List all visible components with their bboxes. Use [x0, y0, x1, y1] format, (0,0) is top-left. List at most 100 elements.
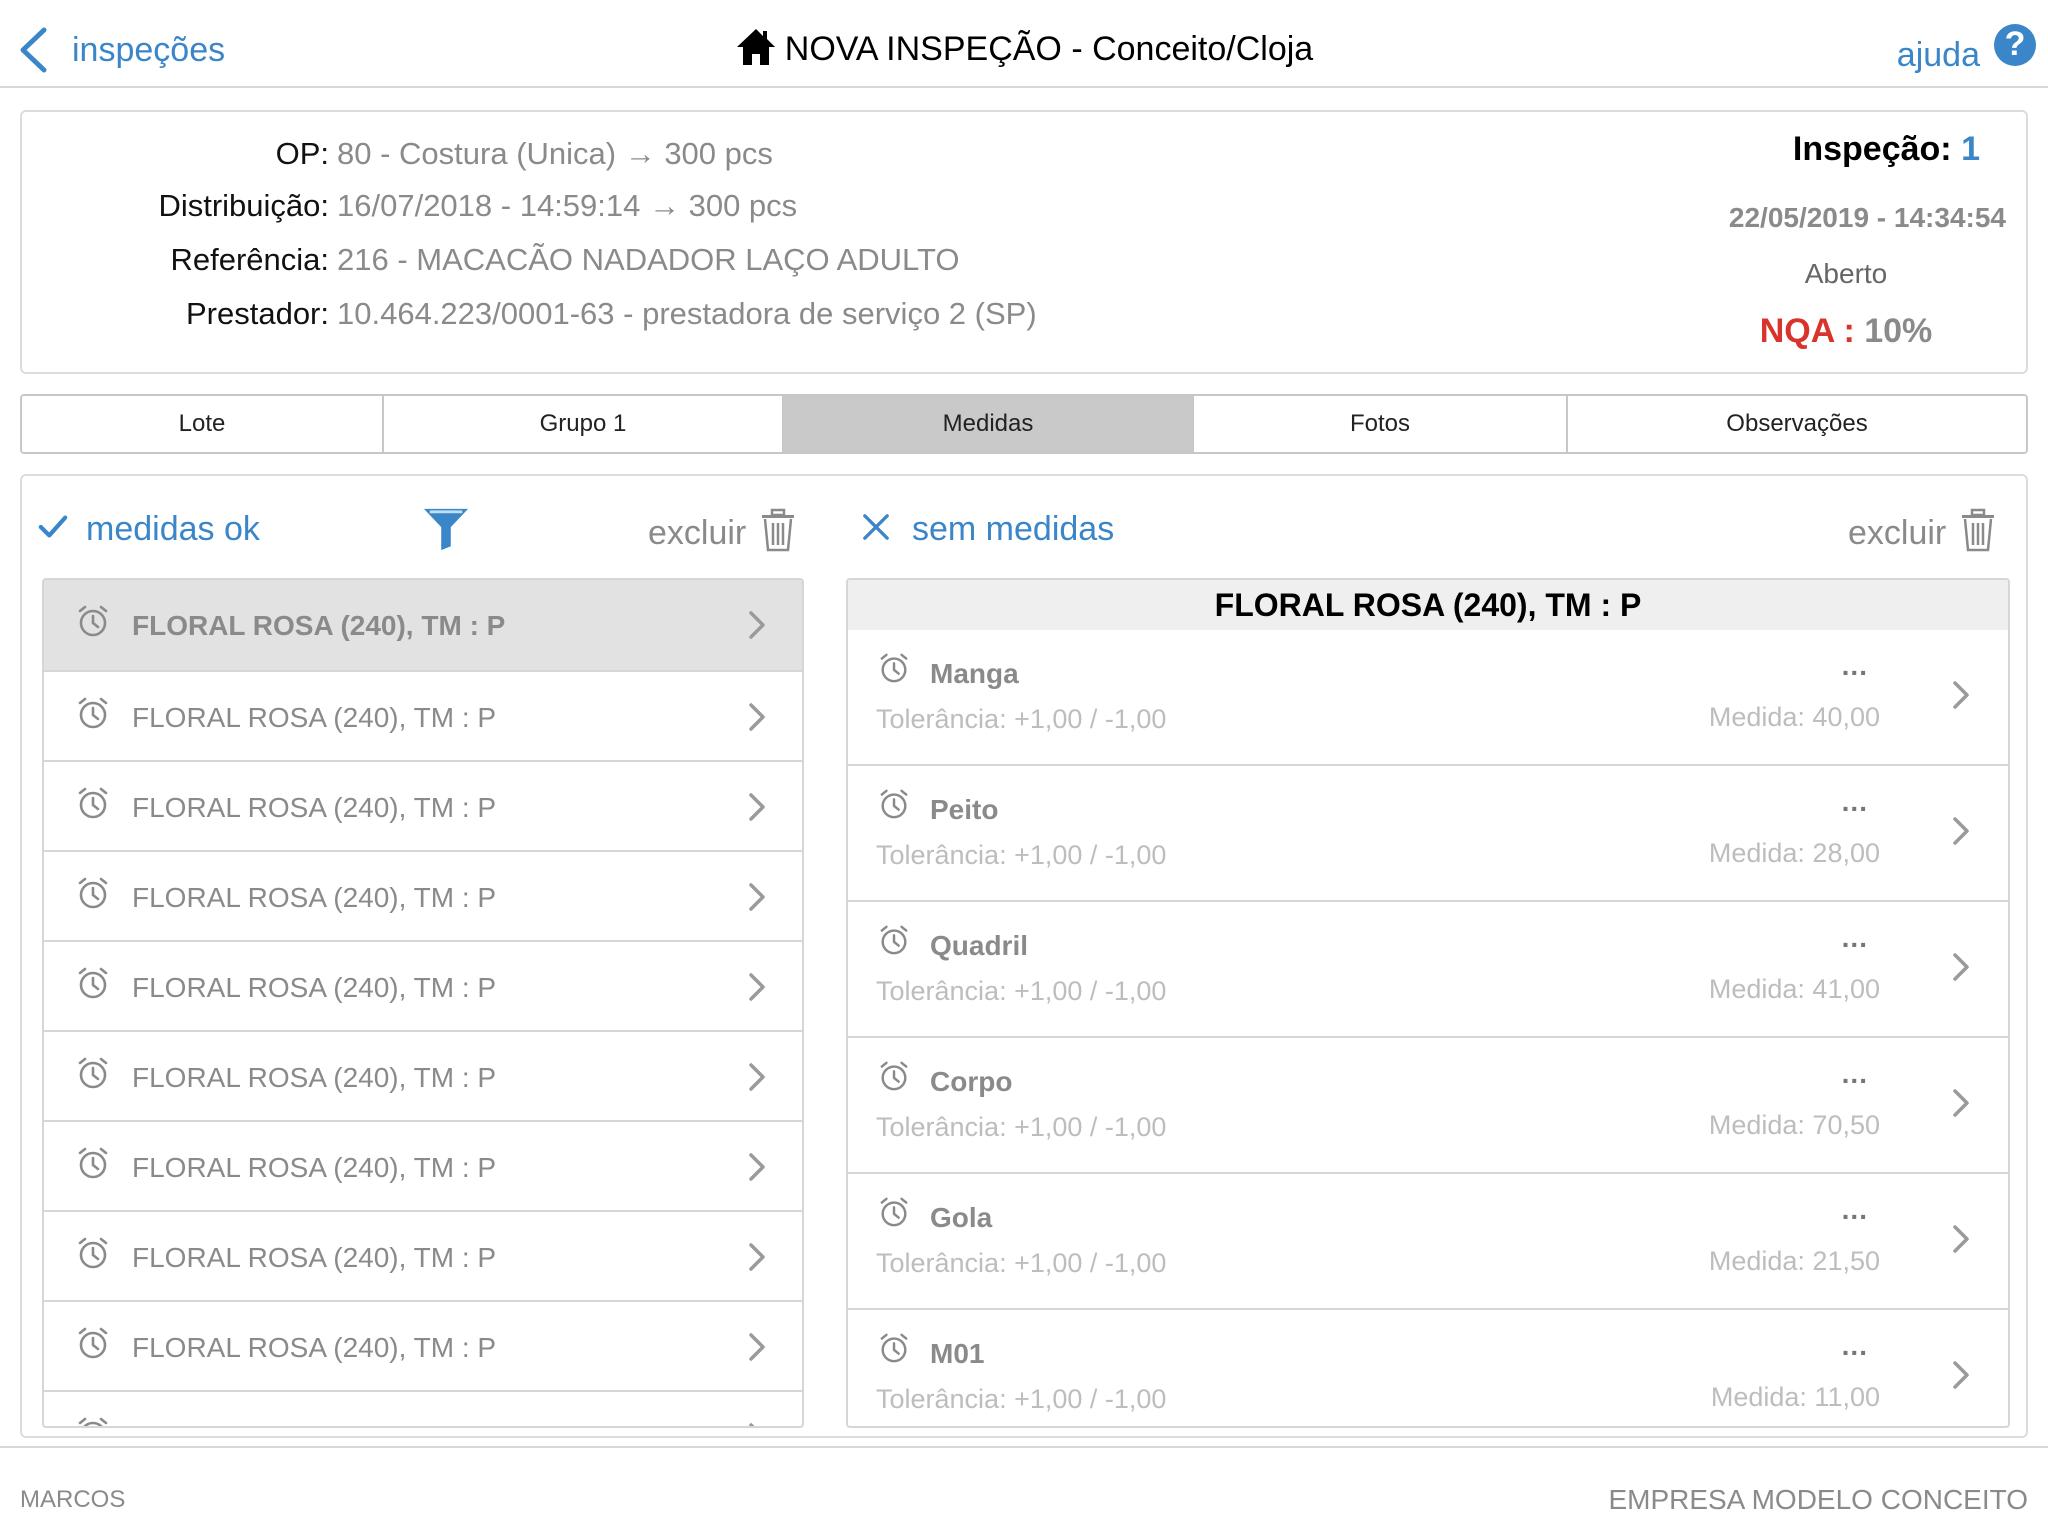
- page-title-text: NOVA INSPEÇÃO - Conceito/Cloja: [784, 30, 1314, 68]
- alarm-clock-icon: [878, 924, 910, 956]
- measurements-panel: medidas ok excluir sem medidas excluir F…: [20, 474, 2028, 1438]
- list-item[interactable]: FLORAL ROSA (240), TM : P: [44, 762, 802, 852]
- reference-label: Referência:: [170, 242, 329, 277]
- list-item[interactable]: FLORAL ROSA (240), TM : P: [44, 580, 802, 672]
- measurement-name: Corpo: [930, 1066, 1013, 1097]
- reference-value: 216 - MACACÃO NADADOR LAÇO ADULTO: [337, 242, 960, 277]
- chevron-right-icon: [748, 1152, 766, 1182]
- more-dots[interactable]: ...: [1842, 1194, 1868, 1226]
- alarm-clock-icon: [878, 1196, 910, 1228]
- left-delete-button[interactable]: excluir: [648, 506, 796, 553]
- tab-lote[interactable]: Lote: [22, 396, 384, 452]
- measurements-ok-label: medidas ok: [86, 510, 260, 548]
- measurement-value: Medida: 40,00: [1708, 702, 1880, 732]
- status-badge: Aberto: [1804, 258, 1888, 289]
- tolerance-text: Tolerância: +1,00 / -1,00: [876, 1112, 1167, 1142]
- provider-value: 10.464.223/0001-63 - prestadora de servi…: [337, 296, 1037, 331]
- tolerance-text: Tolerância: +1,00 / -1,00: [876, 1248, 1167, 1278]
- chevron-right-icon: [1952, 1224, 1970, 1254]
- measurements-ok-button[interactable]: medidas ok: [38, 510, 260, 549]
- measurement-item[interactable]: Peito... Tolerância: +1,00 / -1,00 Medida:…: [848, 766, 2008, 902]
- inspection-number: Inspeção: 1: [1793, 130, 1980, 169]
- alarm-clock-icon: [76, 1236, 110, 1270]
- filter-icon: [423, 508, 469, 551]
- trash-icon: [1962, 508, 1995, 551]
- question-icon: ?: [1994, 23, 2036, 66]
- list-item-label: FLORAL ROSA (240), TM : P: [132, 972, 497, 1003]
- right-delete-button[interactable]: excluir: [1848, 506, 1996, 553]
- list-item[interactable]: FLORAL ROSA (240), TM : P: [44, 942, 802, 1032]
- tab-grupo-1[interactable]: Grupo 1: [384, 396, 784, 452]
- chevron-right-icon: [748, 1242, 766, 1272]
- chevron-right-icon: [748, 882, 766, 912]
- alarm-clock-icon: [76, 786, 110, 820]
- inspection-datetime: 22/05/2019 - 14:34:54: [1728, 202, 2006, 233]
- alarm-clock-icon: [76, 696, 110, 730]
- distribution-label: Distribuição:: [158, 188, 329, 223]
- list-item[interactable]: FLORAL ROSA (240), TM : P: [44, 672, 802, 762]
- more-dots[interactable]: ...: [1842, 1330, 1868, 1362]
- chevron-right-icon: [1952, 952, 1970, 982]
- more-dots[interactable]: ...: [1842, 650, 1868, 682]
- more-dots[interactable]: ...: [1842, 922, 1868, 954]
- list-item[interactable]: FLORAL ROSA (240), TM : P: [44, 1122, 802, 1212]
- alarm-clock-icon: [76, 1326, 110, 1360]
- measurement-item[interactable]: Manga... Tolerância: +1,00 / -1,00 Medida:…: [848, 630, 2008, 766]
- measurement-item[interactable]: Gola... Tolerância: +1,00 / -1,00 Medida: …: [848, 1174, 2008, 1310]
- no-measurements-button[interactable]: sem medidas: [862, 510, 1114, 549]
- chevron-right-icon: [748, 972, 766, 1002]
- inspection-label: Inspeção:: [1792, 130, 1952, 168]
- list-item[interactable]: FLORAL ROSA (240), TM : P: [44, 852, 802, 942]
- chevron-right-icon: [748, 1332, 766, 1362]
- close-icon: [863, 513, 889, 540]
- tab-medidas[interactable]: Medidas: [784, 396, 1194, 452]
- op-value: 80 - Costura (Unica) → 300 pcs: [337, 136, 773, 171]
- navigation-bar: inspeções NOVA INSPEÇÃO - Conceito/Cloja…: [0, 0, 2048, 88]
- measurement-item[interactable]: Corpo... Tolerância: +1,00 / -1,00 Medida:…: [848, 1038, 2008, 1174]
- list-item-label: FLORAL ROSA (240), TM : P: [132, 1332, 497, 1363]
- tolerance-text: Tolerância: +1,00 / -1,00: [876, 840, 1167, 870]
- list-item[interactable]: FLORAL ROSA (240), TM : P: [44, 1212, 802, 1302]
- inspection-info-card: OP: 80 - Costura (Unica) → 300 pcs Distr…: [20, 110, 2028, 374]
- measurement-name: Manga: [930, 658, 1019, 689]
- provider-row: Prestador: 10.464.223/0001-63 - prestado…: [22, 296, 1037, 346]
- list-item-label: FLORAL ROSA (240), TM : P: [132, 792, 497, 823]
- measurement-item[interactable]: Quadril... Tolerância: +1,00 / -1,00 Medid…: [848, 902, 2008, 1038]
- list-item[interactable]: FLORAL ROSA (240), TM : P: [44, 1302, 802, 1392]
- list-item[interactable]: FLORAL ROSA (240), TM : P: [44, 1032, 802, 1122]
- chevron-right-icon: [748, 792, 766, 822]
- alarm-clock-icon: [878, 652, 910, 684]
- measurement-value: Medida: 11,00: [1710, 1382, 1880, 1412]
- list-item-partial[interactable]: [44, 1392, 802, 1426]
- measurement-name: Quadril: [930, 930, 1029, 961]
- reference-row: Referência: 216 - MACACÃO NADADOR LAÇO A…: [22, 242, 959, 292]
- filter-button[interactable]: [422, 506, 470, 552]
- chevron-right-icon: [748, 1062, 766, 1092]
- distribution-row: Distribuição: 16/07/2018 - 14:59:14 → 30…: [22, 188, 797, 238]
- chevron-right-icon: [1952, 680, 1970, 710]
- tab-observacoes[interactable]: Observações: [1568, 396, 2026, 452]
- distribution-value: 16/07/2018 - 14:59:14 → 300 pcs: [337, 188, 798, 223]
- nqa-value: 10%: [1864, 312, 1933, 350]
- more-dots[interactable]: ...: [1842, 786, 1868, 818]
- more-dots[interactable]: ...: [1842, 1058, 1868, 1090]
- footer: MARCOS EMPRESA MODELO CONCEITO: [0, 1446, 2048, 1536]
- home-icon: [736, 28, 775, 65]
- footer-company: EMPRESA MODELO CONCEITO: [1608, 1484, 2028, 1515]
- inspection-summary: Inspeção: 1 22/05/2019 - 14:34:54 Aberto…: [1686, 112, 2006, 372]
- alarm-clock-icon: [76, 966, 110, 1000]
- page-title: NOVA INSPEÇÃO - Conceito/Cloja: [0, 28, 2048, 69]
- measurement-item[interactable]: M01... Tolerância: +1,00 / -1,00 Medida: 1…: [848, 1310, 2008, 1426]
- measurement-name: Gola: [930, 1202, 993, 1233]
- footer-user: MARCOS: [20, 1486, 126, 1513]
- help-button[interactable]: ajuda ?: [1897, 23, 2036, 75]
- tab-fotos[interactable]: Fotos: [1194, 396, 1568, 452]
- op-row: OP: 80 - Costura (Unica) → 300 pcs: [22, 136, 773, 186]
- chevron-right-icon: [748, 1422, 766, 1426]
- nqa-label: NQA :: [1759, 312, 1855, 350]
- measurement-name: Peito: [930, 794, 999, 825]
- left-delete-label: excluir: [648, 514, 747, 552]
- measurement-value: Medida: 41,00: [1708, 974, 1880, 1004]
- op-label: OP:: [275, 136, 329, 171]
- chevron-right-icon: [748, 610, 766, 640]
